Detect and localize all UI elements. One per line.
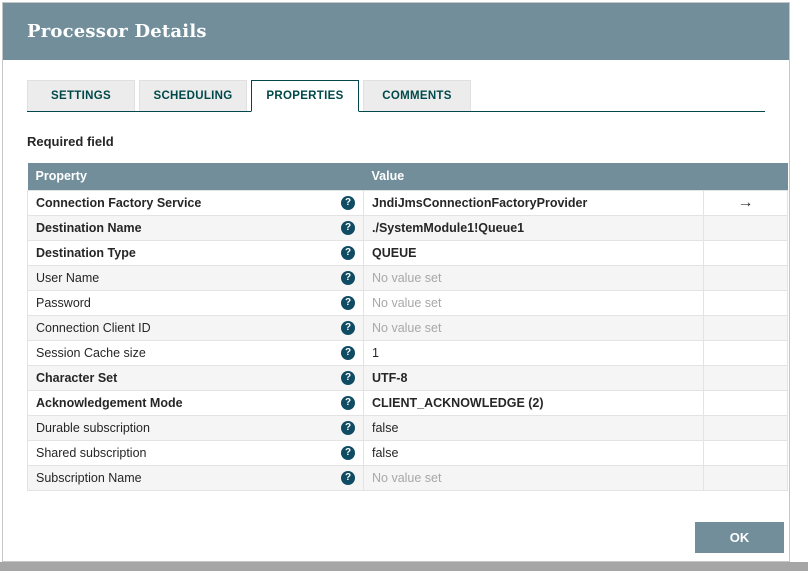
dialog-header: Processor Details (3, 3, 789, 60)
help-icon[interactable]: ? (341, 421, 355, 435)
help-icon[interactable]: ? (341, 246, 355, 260)
property-name: User Name (36, 271, 99, 285)
property-value[interactable]: No value set (364, 315, 704, 340)
property-name: Destination Type (36, 246, 136, 260)
property-value[interactable]: QUEUE (364, 240, 704, 265)
property-value[interactable]: JndiJmsConnectionFactoryProvider (364, 190, 704, 215)
property-name: Destination Name (36, 221, 142, 235)
table-row[interactable]: Subscription Name ? No value set (28, 465, 788, 490)
table-row[interactable]: Destination Name ? ./SystemModule1!Queue… (28, 215, 788, 240)
column-header-value: Value (364, 163, 704, 190)
table-row[interactable]: Destination Type ? QUEUE (28, 240, 788, 265)
column-header-extra (704, 163, 788, 190)
help-icon[interactable]: ? (341, 271, 355, 285)
tab-comments[interactable]: COMMENTS (363, 80, 471, 111)
ok-button[interactable]: OK (695, 522, 784, 553)
required-field-label: Required field (27, 134, 789, 149)
help-icon[interactable]: ? (341, 446, 355, 460)
property-name: Durable subscription (36, 421, 150, 435)
tab-properties[interactable]: PROPERTIES (251, 80, 359, 112)
help-icon[interactable]: ? (341, 371, 355, 385)
help-icon[interactable]: ? (341, 396, 355, 410)
dialog-title: Processor Details (27, 21, 207, 42)
table-row[interactable]: Connection Factory Service ? JndiJmsConn… (28, 190, 788, 215)
property-value[interactable]: No value set (364, 290, 704, 315)
table-row[interactable]: Connection Client ID ? No value set (28, 315, 788, 340)
help-icon[interactable]: ? (341, 196, 355, 210)
property-value[interactable]: No value set (364, 465, 704, 490)
page-edge (0, 562, 808, 571)
property-name: Subscription Name (36, 471, 142, 485)
table-row[interactable]: Shared subscription ? false (28, 440, 788, 465)
property-value[interactable]: 1 (364, 340, 704, 365)
tab-scheduling[interactable]: SCHEDULING (139, 80, 247, 111)
properties-table: Property Value Connection Factory Servic… (27, 163, 788, 491)
property-value[interactable]: false (364, 415, 704, 440)
help-icon[interactable]: ? (341, 296, 355, 310)
help-icon[interactable]: ? (341, 321, 355, 335)
property-name: Session Cache size (36, 346, 146, 360)
property-value[interactable]: false (364, 440, 704, 465)
property-value[interactable]: CLIENT_ACKNOWLEDGE (2) (364, 390, 704, 415)
table-row[interactable]: Durable subscription ? false (28, 415, 788, 440)
property-name: Shared subscription (36, 446, 146, 460)
help-icon[interactable]: ? (341, 221, 355, 235)
tab-bar: SETTINGS SCHEDULING PROPERTIES COMMENTS (27, 80, 765, 112)
property-name: Password (36, 296, 91, 310)
table-row[interactable]: Acknowledgement Mode ? CLIENT_ACKNOWLEDG… (28, 390, 788, 415)
property-value[interactable]: ./SystemModule1!Queue1 (364, 215, 704, 240)
table-row[interactable]: Character Set ? UTF-8 (28, 365, 788, 390)
table-row[interactable]: Session Cache size ? 1 (28, 340, 788, 365)
tab-settings[interactable]: SETTINGS (27, 80, 135, 111)
table-row[interactable]: Password ? No value set (28, 290, 788, 315)
table-row[interactable]: User Name ? No value set (28, 265, 788, 290)
property-value[interactable]: No value set (364, 265, 704, 290)
property-name: Connection Factory Service (36, 196, 201, 210)
help-icon[interactable]: ? (341, 346, 355, 360)
column-header-property: Property (28, 163, 364, 190)
processor-details-dialog: Processor Details SETTINGS SCHEDULING PR… (2, 2, 790, 562)
property-name: Character Set (36, 371, 117, 385)
property-value[interactable]: UTF-8 (364, 365, 704, 390)
goto-service-icon[interactable]: → (738, 197, 754, 209)
property-name: Acknowledgement Mode (36, 396, 183, 410)
property-name: Connection Client ID (36, 321, 151, 335)
table-header-row: Property Value (28, 163, 788, 190)
help-icon[interactable]: ? (341, 471, 355, 485)
